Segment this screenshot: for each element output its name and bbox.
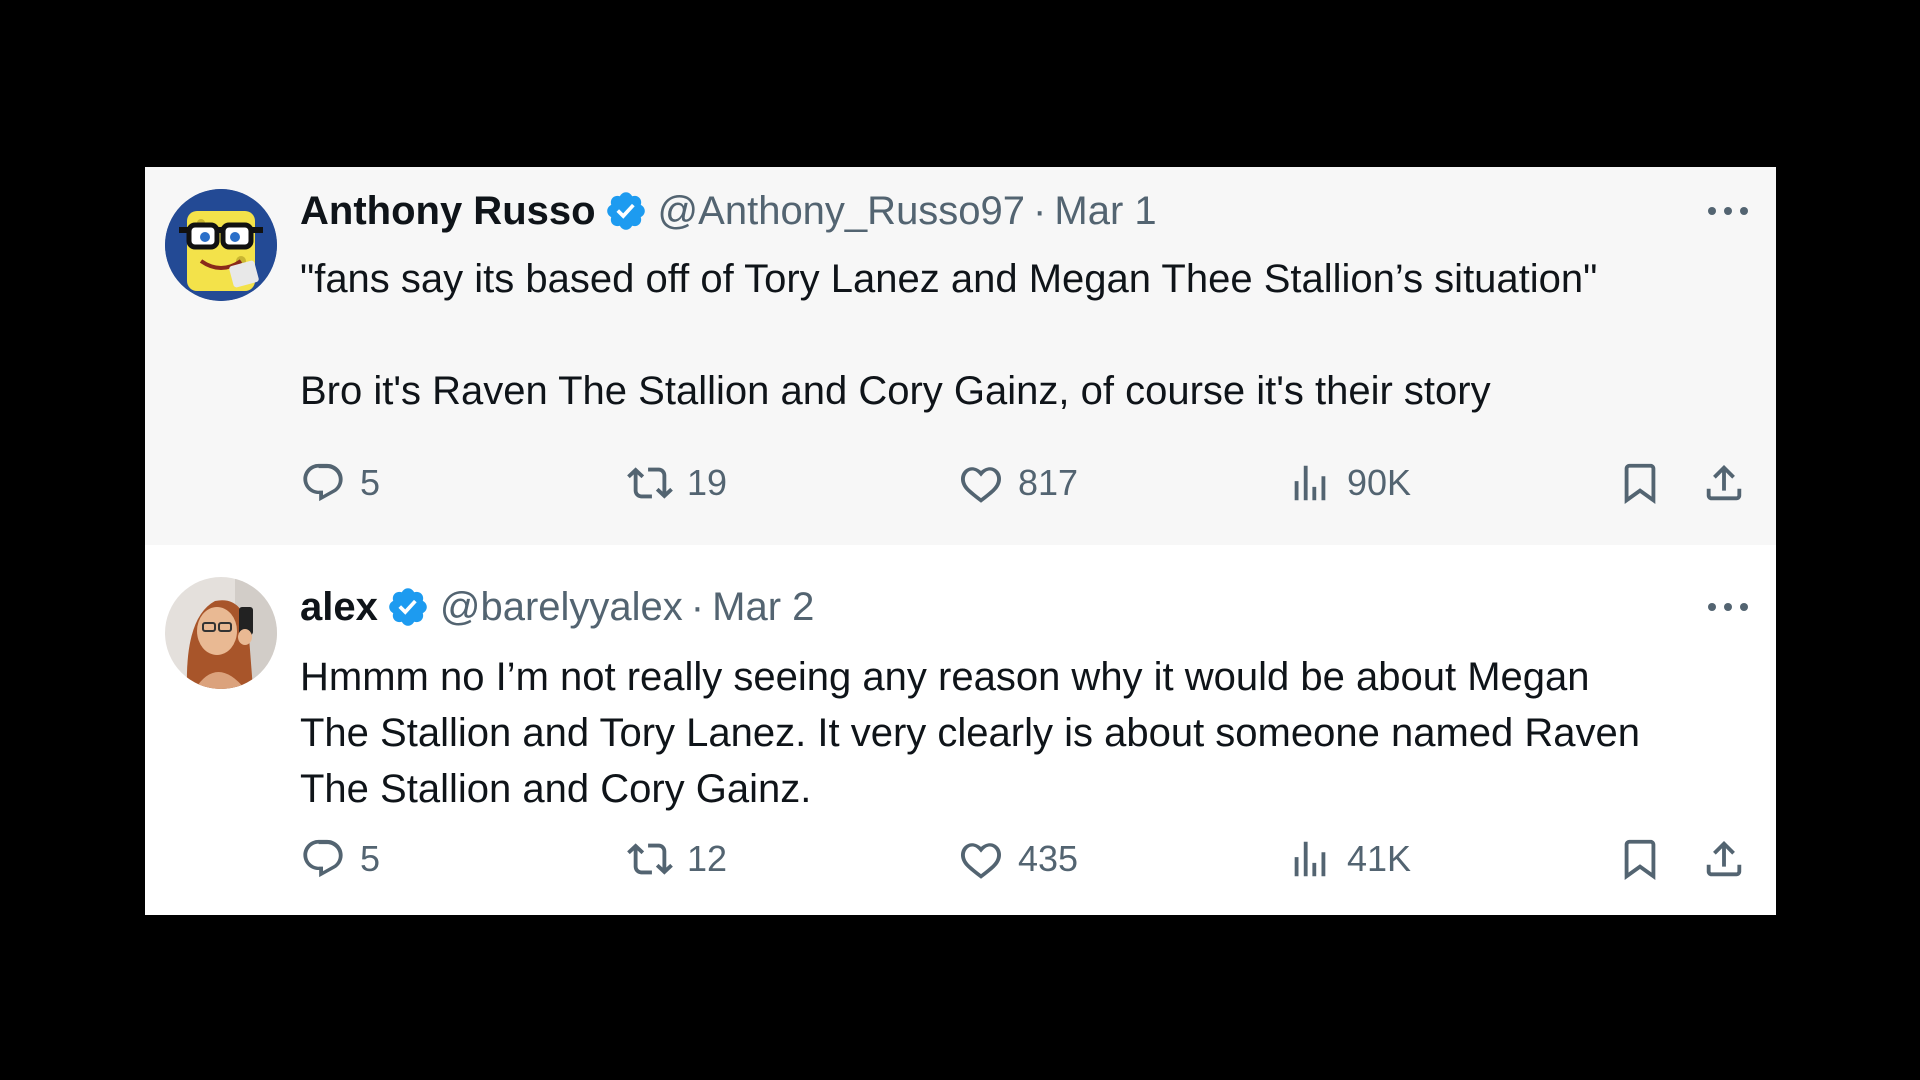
retweet-count: 12 [687,838,728,879]
reply-button[interactable]: 5 [300,831,380,887]
retweet-icon [627,467,673,499]
heart-icon [961,843,1002,879]
bookmark-button[interactable] [1617,831,1663,887]
tweet-text-line: Bro it's Raven The Stallion and Cory Gai… [300,369,1491,413]
tweet-text-line: Hmmm no I’m not really seeing any reason… [300,655,1590,699]
view-count: 90K [1347,462,1412,503]
bookmark-icon [1624,839,1656,880]
views-button[interactable]: 90K [1287,455,1411,511]
verified-badge-icon [604,189,648,233]
share-button[interactable] [1701,831,1747,887]
tweet-card: Anthony Russo @Anthony_Russo97 · Mar 1 "… [145,167,1776,915]
bookmark-button[interactable] [1617,455,1663,511]
heart-icon [961,467,1002,503]
bookmark-icon [1624,463,1656,504]
share-icon [1706,464,1742,501]
views-button[interactable]: 41K [1287,831,1411,887]
tweet-text: Hmmm no I’m not really seeing any reason… [300,649,1740,817]
share-icon [1706,840,1742,877]
tweet-text: "fans say its based off of Tory Lanez an… [300,251,1740,419]
view-count: 41K [1347,838,1412,879]
tweet-header: Anthony Russo @Anthony_Russo97 · Mar 1 [300,189,1157,233]
share-button[interactable] [1701,455,1747,511]
tweet-date[interactable]: Mar 2 [712,585,814,630]
views-icon [1294,841,1326,877]
views-icon [1294,465,1326,501]
reply-button[interactable]: 5 [300,455,380,511]
more-icon[interactable] [1704,585,1752,629]
author-name[interactable]: alex [300,585,378,630]
retweet-count: 19 [687,462,728,503]
tweet-date[interactable]: Mar 1 [1054,189,1156,234]
like-count: 817 [1018,462,1079,503]
tweet[interactable]: Anthony Russo @Anthony_Russo97 · Mar 1 "… [145,167,1776,545]
retweet-icon [627,843,673,875]
reply-count: 5 [360,462,381,503]
author-handle[interactable]: @Anthony_Russo97 [658,189,1026,234]
retweet-button[interactable]: 12 [627,831,727,887]
verified-badge-icon [386,585,430,629]
reply-icon [303,839,343,878]
tweet[interactable]: alex @barelyyalex · Mar 2 Hmmm no I’m no… [145,545,1776,915]
reply-count: 5 [360,838,381,879]
avatar[interactable] [165,577,277,689]
reply-icon [303,463,343,502]
tweet-text-line: The Stallion and Tory Lanez. It very cle… [300,711,1640,755]
author-name[interactable]: Anthony Russo [300,189,596,234]
author-handle[interactable]: @barelyyalex [440,585,683,630]
tweet-text-line: The Stallion and Cory Gainz. [300,767,812,811]
more-icon[interactable] [1704,189,1752,233]
action-bar: 5 12 435 41K [145,831,1776,887]
like-button[interactable]: 435 [958,831,1078,887]
retweet-button[interactable]: 19 [627,455,727,511]
separator: · [1033,188,1047,233]
action-bar: 5 19 817 90K [145,455,1776,511]
like-count: 435 [1018,838,1079,879]
like-button[interactable]: 817 [958,455,1078,511]
tweet-text-line: "fans say its based off of Tory Lanez an… [300,257,1598,301]
avatar[interactable] [165,189,277,301]
tweet-header: alex @barelyyalex · Mar 2 [300,585,814,629]
separator: · [690,584,705,629]
